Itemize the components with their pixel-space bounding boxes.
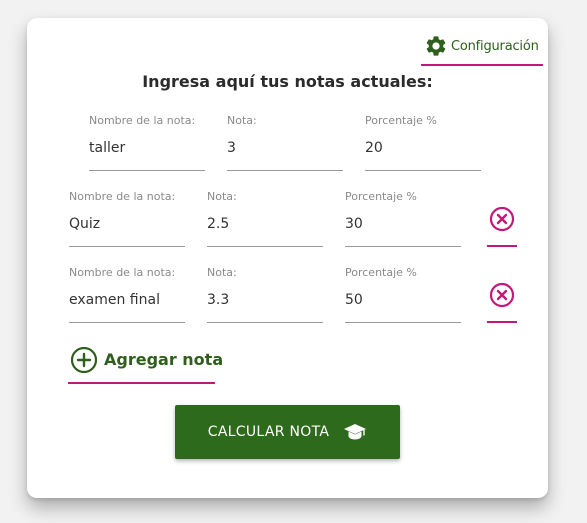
input-underline [69,246,185,247]
plus-circle-icon [70,346,98,374]
input-underline [227,170,343,171]
input-underline [345,322,461,323]
delete-grade-button[interactable] [487,270,517,330]
input-underline [89,170,205,171]
graduation-cap-icon [344,424,367,440]
gear-icon [426,36,446,56]
grade-label: Nota: [207,266,237,279]
input-underline [207,322,323,323]
grade-input[interactable] [227,136,343,160]
percentage-label: Porcentaje % [365,114,437,127]
grade-calculator-card: Configuración Ingresa aquí tus notas act… [27,18,548,498]
grade-row-2-name-field: Nombre de la nota: [69,190,185,250]
name-input[interactable] [69,288,185,312]
delete-button-underline [487,245,517,247]
percentage-input[interactable] [345,212,461,236]
name-label: Nombre de la nota: [69,190,176,203]
grade-input[interactable] [207,212,323,236]
calculate-grade-label: CALCULAR NOTA [207,424,330,440]
name-input[interactable] [89,136,205,160]
delete-button-underline [487,321,517,323]
grade-row-3-percentage-field: Porcentaje % [345,266,461,326]
percentage-label: Porcentaje % [345,266,417,279]
delete-grade-button[interactable] [487,194,517,254]
grade-row-1-name-field: Nombre de la nota: [89,114,205,174]
grade-input[interactable] [207,288,323,312]
grade-row-3-grade-field: Nota: [207,266,323,326]
input-underline [365,170,481,171]
calculate-grade-button[interactable]: CALCULAR NOTA [175,405,400,459]
add-grade-button[interactable]: Agregar nota [68,342,223,384]
configuration-tab[interactable]: Configuración [421,28,543,66]
percentage-label: Porcentaje % [345,190,417,203]
configuration-label: Configuración [451,38,539,54]
name-label: Nombre de la nota: [89,114,196,127]
grade-row-2-grade-field: Nota: [207,190,323,250]
page-title: Ingresa aquí tus notas actuales: [142,72,433,91]
close-circle-icon [489,206,515,232]
input-underline [207,246,323,247]
grade-row-2-percentage-field: Porcentaje % [345,190,461,250]
add-grade-label: Agregar nota [104,350,224,369]
percentage-input[interactable] [345,288,461,312]
name-input[interactable] [69,212,185,236]
name-label: Nombre de la nota: [69,266,176,279]
percentage-input[interactable] [365,136,481,160]
grade-row-1-grade-field: Nota: [227,114,343,174]
grade-label: Nota: [207,190,237,203]
grade-row-1-percentage-field: Porcentaje % [365,114,481,174]
grade-row-3-name-field: Nombre de la nota: [69,266,185,326]
input-underline [345,246,461,247]
input-underline [69,322,185,323]
close-circle-icon [489,282,515,308]
grade-label: Nota: [227,114,257,127]
